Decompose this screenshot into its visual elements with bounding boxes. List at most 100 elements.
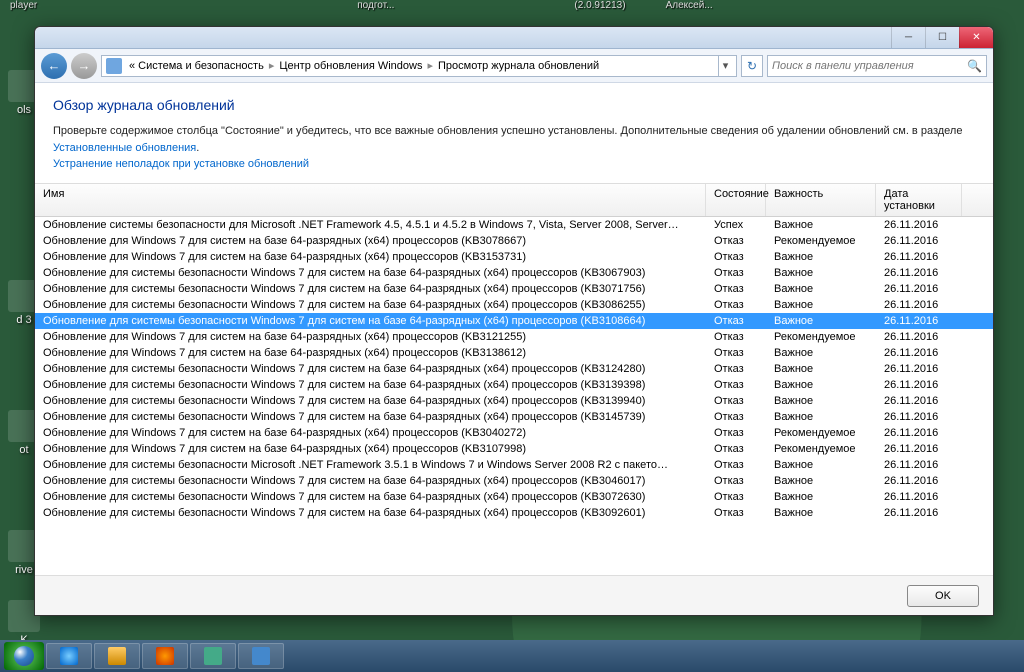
col-importance[interactable]: Важность <box>766 184 876 216</box>
forward-button[interactable]: → <box>71 53 97 79</box>
table-row[interactable]: Обновление для системы безопасности Wind… <box>35 265 993 281</box>
cell-date: 26.11.2016 <box>876 218 962 232</box>
table-row[interactable]: Обновление для Windows 7 для систем на б… <box>35 345 993 361</box>
breadcrumb-root[interactable]: « <box>129 60 135 72</box>
back-button[interactable]: ← <box>41 53 67 79</box>
refresh-button[interactable]: ↻ <box>741 55 763 77</box>
firefox-icon <box>156 647 174 665</box>
table-row[interactable]: Обновление для системы безопасности Wind… <box>35 473 993 489</box>
taskbar-firefox[interactable] <box>142 643 188 669</box>
table-header[interactable]: Имя Состояние Важность Дата установки <box>35 184 993 217</box>
cell-importance: Важное <box>766 266 876 280</box>
cell-date: 26.11.2016 <box>876 314 962 328</box>
cell-status: Отказ <box>706 362 766 376</box>
breadcrumb-item[interactable]: Центр обновления Windows <box>279 60 422 72</box>
titlebar[interactable]: ─ ☐ ✕ <box>35 27 993 49</box>
cell-date: 26.11.2016 <box>876 410 962 424</box>
table-row[interactable]: Обновление для системы безопасности Wind… <box>35 377 993 393</box>
cell-date: 26.11.2016 <box>876 394 962 408</box>
table-row[interactable]: Обновление для Windows 7 для систем на б… <box>35 425 993 441</box>
cell-status: Отказ <box>706 250 766 264</box>
cell-name: Обновление для системы безопасности Wind… <box>35 266 706 280</box>
table-row[interactable]: Обновление для системы безопасности Wind… <box>35 361 993 377</box>
cell-importance: Важное <box>766 250 876 264</box>
cell-importance: Важное <box>766 506 876 520</box>
minimize-button[interactable]: ─ <box>891 27 925 48</box>
cell-name: Обновление для системы безопасности Wind… <box>35 298 706 312</box>
cell-name: Обновление для системы безопасности Wind… <box>35 282 706 296</box>
breadcrumb[interactable]: « Система и безопасность▸ Центр обновлен… <box>101 55 737 77</box>
table-row[interactable]: Обновление для системы безопасности Wind… <box>35 505 993 521</box>
breadcrumb-item[interactable]: Просмотр журнала обновлений <box>438 60 599 72</box>
updates-table: Имя Состояние Важность Дата установки Об… <box>35 183 993 576</box>
cell-status: Отказ <box>706 298 766 312</box>
cell-status: Отказ <box>706 378 766 392</box>
table-row[interactable]: Обновление для Windows 7 для систем на б… <box>35 441 993 457</box>
desktop-top-labels: player подгот... (2.0.91213) Алексей... <box>0 0 1024 20</box>
table-body[interactable]: Обновление системы безопасности для Micr… <box>35 217 993 576</box>
cell-name: Обновление для системы безопасности Wind… <box>35 378 706 392</box>
taskbar-explorer[interactable] <box>94 643 140 669</box>
ie-icon <box>60 647 78 665</box>
installed-updates-link[interactable]: Установленные обновления <box>53 142 196 154</box>
troubleshoot-link[interactable]: Устранение неполадок при установке обнов… <box>53 158 309 170</box>
cell-importance: Рекомендуемое <box>766 442 876 456</box>
cell-status: Отказ <box>706 314 766 328</box>
cell-date: 26.11.2016 <box>876 378 962 392</box>
cell-date: 26.11.2016 <box>876 506 962 520</box>
cell-importance: Важное <box>766 378 876 392</box>
navigation-bar: ← → « Система и безопасность▸ Центр обно… <box>35 49 993 83</box>
cell-importance: Важное <box>766 458 876 472</box>
app-icon <box>252 647 270 665</box>
cell-status: Отказ <box>706 426 766 440</box>
table-row[interactable]: Обновление для системы безопасности Wind… <box>35 281 993 297</box>
col-status[interactable]: Состояние <box>706 184 766 216</box>
table-row[interactable]: Обновление системы безопасности для Micr… <box>35 217 993 233</box>
table-row[interactable]: Обновление для системы безопасности Wind… <box>35 409 993 425</box>
taskbar[interactable] <box>0 640 1024 672</box>
table-row[interactable]: Обновление для Windows 7 для систем на б… <box>35 329 993 345</box>
cell-status: Отказ <box>706 330 766 344</box>
cell-date: 26.11.2016 <box>876 282 962 296</box>
cell-date: 26.11.2016 <box>876 234 962 248</box>
breadcrumb-dropdown[interactable]: ▾ <box>718 56 732 76</box>
cell-importance: Рекомендуемое <box>766 330 876 344</box>
close-button[interactable]: ✕ <box>959 27 993 48</box>
col-date[interactable]: Дата установки <box>876 184 962 216</box>
cell-date: 26.11.2016 <box>876 458 962 472</box>
start-button[interactable] <box>4 642 44 670</box>
folder-icon <box>108 647 126 665</box>
cell-importance: Важное <box>766 218 876 232</box>
taskbar-ie[interactable] <box>46 643 92 669</box>
page-header: Обзор журнала обновлений Проверьте содер… <box>35 83 993 183</box>
table-row[interactable]: Обновление для системы безопасности Wind… <box>35 393 993 409</box>
cell-date: 26.11.2016 <box>876 362 962 376</box>
cell-status: Отказ <box>706 442 766 456</box>
update-history-window: ─ ☐ ✕ ← → « Система и безопасность▸ Цент… <box>34 26 994 616</box>
cell-date: 26.11.2016 <box>876 426 962 440</box>
table-row[interactable]: Обновление для Windows 7 для систем на б… <box>35 233 993 249</box>
cell-status: Отказ <box>706 282 766 296</box>
ok-button[interactable]: OK <box>907 585 979 607</box>
cell-importance: Важное <box>766 314 876 328</box>
cell-name: Обновление для Windows 7 для систем на б… <box>35 442 706 456</box>
table-row[interactable]: Обновление для системы безопасности Wind… <box>35 313 993 329</box>
taskbar-app[interactable] <box>190 643 236 669</box>
page-description: Проверьте содержимое столбца "Состояние"… <box>53 123 975 156</box>
cell-importance: Важное <box>766 490 876 504</box>
table-row[interactable]: Обновление для системы безопасности Wind… <box>35 297 993 313</box>
cell-name: Обновление для системы безопасности Wind… <box>35 394 706 408</box>
table-row[interactable]: Обновление для Windows 7 для систем на б… <box>35 249 993 265</box>
search-input[interactable] <box>772 60 967 72</box>
cell-name: Обновление для системы безопасности Micr… <box>35 458 706 472</box>
cell-date: 26.11.2016 <box>876 442 962 456</box>
cell-status: Отказ <box>706 458 766 472</box>
table-row[interactable]: Обновление для системы безопасности Micr… <box>35 457 993 473</box>
cell-date: 26.11.2016 <box>876 346 962 360</box>
taskbar-app2[interactable] <box>238 643 284 669</box>
col-name[interactable]: Имя <box>35 184 706 216</box>
search-box[interactable]: 🔍 <box>767 55 987 77</box>
table-row[interactable]: Обновление для системы безопасности Wind… <box>35 489 993 505</box>
breadcrumb-item[interactable]: Система и безопасность <box>138 60 264 72</box>
maximize-button[interactable]: ☐ <box>925 27 959 48</box>
